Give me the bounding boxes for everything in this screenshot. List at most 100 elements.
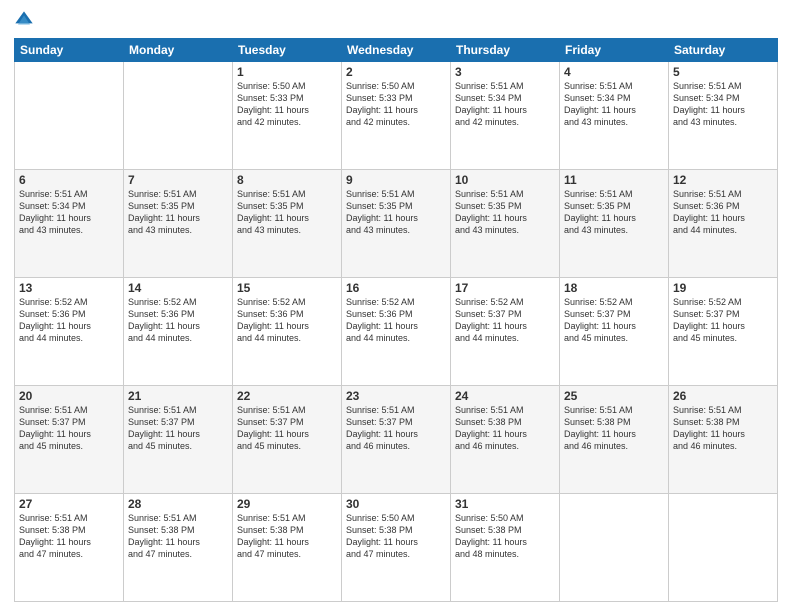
day-info: Sunrise: 5:51 AM Sunset: 5:34 PM Dayligh… [455,80,555,129]
day-info: Sunrise: 5:51 AM Sunset: 5:38 PM Dayligh… [455,404,555,453]
calendar-cell: 17Sunrise: 5:52 AM Sunset: 5:37 PM Dayli… [451,278,560,386]
day-number: 5 [673,65,773,79]
day-number: 17 [455,281,555,295]
day-info: Sunrise: 5:51 AM Sunset: 5:36 PM Dayligh… [673,188,773,237]
calendar-cell: 20Sunrise: 5:51 AM Sunset: 5:37 PM Dayli… [15,386,124,494]
day-number: 20 [19,389,119,403]
day-number: 16 [346,281,446,295]
day-info: Sunrise: 5:52 AM Sunset: 5:36 PM Dayligh… [346,296,446,345]
day-number: 23 [346,389,446,403]
calendar-cell: 3Sunrise: 5:51 AM Sunset: 5:34 PM Daylig… [451,62,560,170]
day-info: Sunrise: 5:50 AM Sunset: 5:33 PM Dayligh… [346,80,446,129]
day-number: 27 [19,497,119,511]
day-info: Sunrise: 5:50 AM Sunset: 5:38 PM Dayligh… [346,512,446,561]
day-info: Sunrise: 5:51 AM Sunset: 5:37 PM Dayligh… [19,404,119,453]
logo-icon [14,10,34,30]
calendar-cell: 7Sunrise: 5:51 AM Sunset: 5:35 PM Daylig… [124,170,233,278]
calendar-cell: 21Sunrise: 5:51 AM Sunset: 5:37 PM Dayli… [124,386,233,494]
weekday-header-tuesday: Tuesday [233,39,342,62]
calendar-table: SundayMondayTuesdayWednesdayThursdayFrid… [14,38,778,602]
day-number: 31 [455,497,555,511]
calendar-cell: 14Sunrise: 5:52 AM Sunset: 5:36 PM Dayli… [124,278,233,386]
calendar-week-1: 1 Sunrise: 5:50 AM Sunset: 5:33 PM Daylig… [15,62,778,170]
calendar-cell: 6Sunrise: 5:51 AM Sunset: 5:34 PM Daylig… [15,170,124,278]
page: SundayMondayTuesdayWednesdayThursdayFrid… [0,0,792,612]
calendar-cell: 31Sunrise: 5:50 AM Sunset: 5:38 PM Dayli… [451,494,560,602]
calendar-cell: 11Sunrise: 5:51 AM Sunset: 5:35 PM Dayli… [560,170,669,278]
day-info: Sunrise: 5:51 AM Sunset: 5:37 PM Dayligh… [346,404,446,453]
calendar-week-3: 13Sunrise: 5:52 AM Sunset: 5:36 PM Dayli… [15,278,778,386]
logo [14,10,38,30]
day-number: 15 [237,281,337,295]
weekday-row: SundayMondayTuesdayWednesdayThursdayFrid… [15,39,778,62]
day-number: 10 [455,173,555,187]
weekday-header-thursday: Thursday [451,39,560,62]
day-number: 8 [237,173,337,187]
day-info: Sunrise: 5:51 AM Sunset: 5:35 PM Dayligh… [346,188,446,237]
day-number: 11 [564,173,664,187]
calendar-cell: 16Sunrise: 5:52 AM Sunset: 5:36 PM Dayli… [342,278,451,386]
day-info: Sunrise: 5:51 AM Sunset: 5:34 PM Dayligh… [564,80,664,129]
calendar-cell [560,494,669,602]
day-info: Sunrise: 5:52 AM Sunset: 5:36 PM Dayligh… [128,296,228,345]
calendar-week-4: 20Sunrise: 5:51 AM Sunset: 5:37 PM Dayli… [15,386,778,494]
day-number: 2 [346,65,446,79]
calendar-cell: 1Sunrise: 5:50 AM Sunset: 5:33 PM Daylig… [233,62,342,170]
calendar-cell: 27Sunrise: 5:51 AM Sunset: 5:38 PM Dayli… [15,494,124,602]
calendar-week-2: 6Sunrise: 5:51 AM Sunset: 5:34 PM Daylig… [15,170,778,278]
day-number: 21 [128,389,228,403]
day-info: Sunrise: 5:51 AM Sunset: 5:35 PM Dayligh… [128,188,228,237]
day-number: 1 [237,65,337,79]
day-info: Sunrise: 5:51 AM Sunset: 5:34 PM Dayligh… [673,80,773,129]
day-number: 28 [128,497,228,511]
day-number: 19 [673,281,773,295]
day-number: 9 [346,173,446,187]
calendar-cell: 22Sunrise: 5:51 AM Sunset: 5:37 PM Dayli… [233,386,342,494]
day-number: 6 [19,173,119,187]
day-info: Sunrise: 5:52 AM Sunset: 5:37 PM Dayligh… [455,296,555,345]
calendar-cell: 12Sunrise: 5:51 AM Sunset: 5:36 PM Dayli… [669,170,778,278]
day-info: Sunrise: 5:51 AM Sunset: 5:38 PM Dayligh… [673,404,773,453]
header [14,10,778,30]
day-number: 7 [128,173,228,187]
weekday-header-saturday: Saturday [669,39,778,62]
day-info: Sunrise: 5:51 AM Sunset: 5:34 PM Dayligh… [19,188,119,237]
day-number: 29 [237,497,337,511]
day-info: Sunrise: 5:51 AM Sunset: 5:37 PM Dayligh… [237,404,337,453]
calendar-cell: 25Sunrise: 5:51 AM Sunset: 5:38 PM Dayli… [560,386,669,494]
day-info: Sunrise: 5:52 AM Sunset: 5:36 PM Dayligh… [19,296,119,345]
day-number: 14 [128,281,228,295]
day-info: Sunrise: 5:51 AM Sunset: 5:38 PM Dayligh… [19,512,119,561]
calendar-body: 1 Sunrise: 5:50 AM Sunset: 5:33 PM Daylig… [15,62,778,602]
calendar-header: SundayMondayTuesdayWednesdayThursdayFrid… [15,39,778,62]
day-info: Sunrise: 5:51 AM Sunset: 5:38 PM Dayligh… [564,404,664,453]
calendar-cell: 8Sunrise: 5:51 AM Sunset: 5:35 PM Daylig… [233,170,342,278]
day-number: 3 [455,65,555,79]
day-number: 12 [673,173,773,187]
weekday-header-monday: Monday [124,39,233,62]
calendar-cell: 9Sunrise: 5:51 AM Sunset: 5:35 PM Daylig… [342,170,451,278]
calendar-cell: 5Sunrise: 5:51 AM Sunset: 5:34 PM Daylig… [669,62,778,170]
calendar-cell: 15Sunrise: 5:52 AM Sunset: 5:36 PM Dayli… [233,278,342,386]
day-info: Sunrise: 5:51 AM Sunset: 5:35 PM Dayligh… [237,188,337,237]
calendar-cell: 18Sunrise: 5:52 AM Sunset: 5:37 PM Dayli… [560,278,669,386]
day-info: Sunrise: 5:51 AM Sunset: 5:38 PM Dayligh… [128,512,228,561]
calendar-cell: 23Sunrise: 5:51 AM Sunset: 5:37 PM Dayli… [342,386,451,494]
day-info: Sunrise: 5:51 AM Sunset: 5:37 PM Dayligh… [128,404,228,453]
calendar-cell: 19Sunrise: 5:52 AM Sunset: 5:37 PM Dayli… [669,278,778,386]
day-number: 24 [455,389,555,403]
day-number: 25 [564,389,664,403]
calendar-cell: 4Sunrise: 5:51 AM Sunset: 5:34 PM Daylig… [560,62,669,170]
weekday-header-friday: Friday [560,39,669,62]
day-info: Sunrise: 5:50 AM Sunset: 5:38 PM Dayligh… [455,512,555,561]
calendar-cell: 30Sunrise: 5:50 AM Sunset: 5:38 PM Dayli… [342,494,451,602]
calendar-cell [124,62,233,170]
calendar-cell: 29Sunrise: 5:51 AM Sunset: 5:38 PM Dayli… [233,494,342,602]
day-info: Sunrise: 5:52 AM Sunset: 5:37 PM Dayligh… [673,296,773,345]
day-number: 26 [673,389,773,403]
weekday-header-wednesday: Wednesday [342,39,451,62]
calendar-cell: 10Sunrise: 5:51 AM Sunset: 5:35 PM Dayli… [451,170,560,278]
day-info: Sunrise: 5:51 AM Sunset: 5:38 PM Dayligh… [237,512,337,561]
calendar-cell: 13Sunrise: 5:52 AM Sunset: 5:36 PM Dayli… [15,278,124,386]
day-number: 4 [564,65,664,79]
